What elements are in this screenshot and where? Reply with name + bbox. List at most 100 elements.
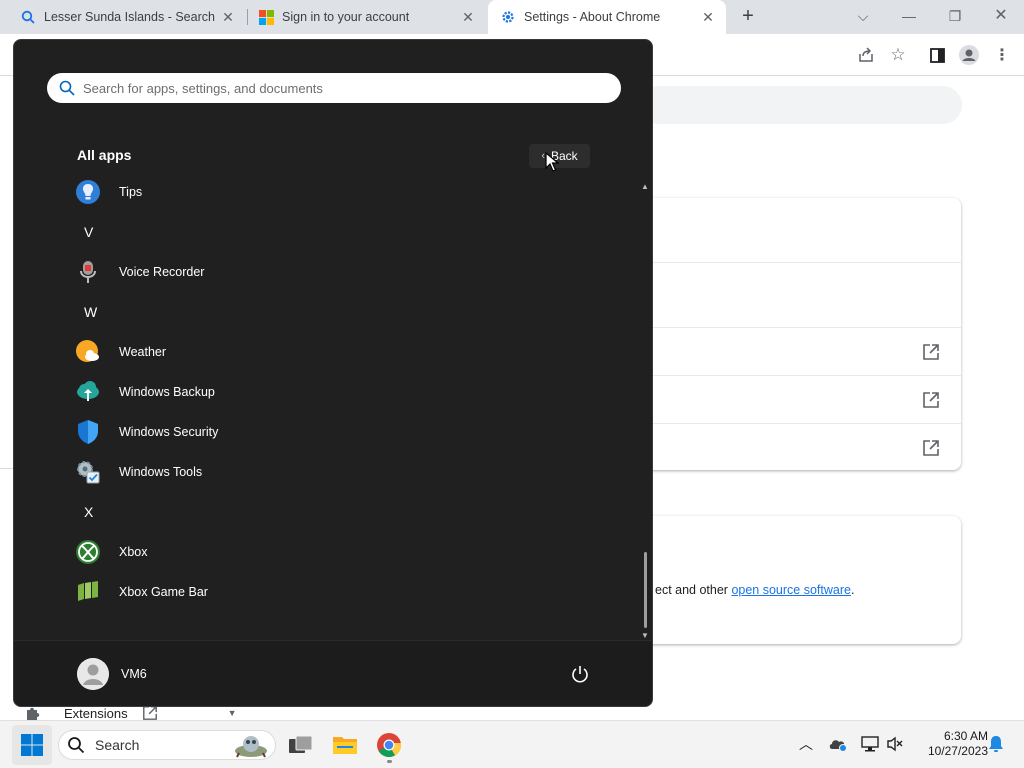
user-avatar[interactable]: [77, 658, 109, 690]
open-external-icon[interactable]: [922, 439, 940, 457]
about-chrome-card: [640, 198, 961, 470]
chrome-taskbar-button[interactable]: [373, 729, 405, 763]
app-label: Windows Backup: [119, 385, 215, 399]
app-label: Xbox: [119, 545, 148, 559]
card-divider: [640, 327, 961, 328]
settings-search-bar[interactable]: [640, 86, 962, 124]
app-weather[interactable]: Weather: [74, 334, 166, 370]
taskbar: Search ︿ 6:30 AM 10/27/2023: [0, 720, 1024, 768]
open-source-text: ect and other open source software.: [655, 583, 854, 597]
volume-muted-icon[interactable]: [885, 734, 905, 754]
dropdown-arrow-icon: ▼: [227, 708, 237, 718]
all-apps-scrollbar[interactable]: ▲ ▼: [641, 182, 649, 640]
app-tips[interactable]: Tips: [74, 174, 142, 210]
bookmark-star-icon[interactable]: ☆: [887, 44, 909, 66]
tab-strip: Lesser Sunda Islands - Search ✕ Sign in …: [0, 0, 1024, 34]
close-icon[interactable]: ✕: [700, 9, 716, 26]
running-indicator: [387, 760, 392, 763]
window-close-button[interactable]: ✕: [987, 4, 1015, 28]
taskbar-search-box[interactable]: Search: [58, 730, 276, 760]
app-label: Weather: [119, 345, 167, 359]
app-label: Voice Recorder: [119, 265, 205, 279]
app-windows-security[interactable]: Windows Security: [74, 414, 218, 450]
letter-header-w[interactable]: W: [84, 304, 97, 320]
tab-sign-in[interactable]: Sign in to your account ✕: [248, 0, 486, 34]
close-icon[interactable]: ✕: [220, 9, 236, 26]
app-label: Tips: [119, 185, 143, 199]
scrollbar-thumb[interactable]: [644, 552, 647, 628]
onedrive-icon[interactable]: [828, 734, 848, 754]
gear-icon: [500, 9, 516, 25]
search-icon: [59, 80, 75, 96]
back-button[interactable]: ‹ Back: [529, 144, 590, 168]
start-search-input[interactable]: [83, 80, 583, 96]
xbox-icon: [74, 538, 102, 566]
weather-icon: [74, 338, 102, 366]
app-label: Windows Tools: [119, 465, 203, 479]
windows-backup-icon: [74, 378, 102, 406]
search-icon: [68, 737, 85, 754]
open-source-link[interactable]: open source software: [731, 583, 851, 597]
start-button[interactable]: [12, 725, 52, 765]
tab-label: Lesser Sunda Islands - Search: [44, 10, 215, 24]
all-apps-title: All apps: [77, 147, 132, 163]
app-windows-tools[interactable]: Windows Tools: [74, 454, 202, 490]
app-voice-recorder[interactable]: Voice Recorder: [74, 254, 204, 290]
letter-header-x[interactable]: X: [84, 504, 93, 520]
new-tab-button[interactable]: +: [737, 5, 759, 27]
app-label: Windows Security: [119, 425, 219, 439]
search-highlight-icon: [235, 736, 267, 758]
taskbar-clock[interactable]: 6:30 AM 10/27/2023: [912, 729, 988, 759]
tab-label: Settings - About Chrome: [524, 10, 661, 24]
app-label: Xbox Game Bar: [119, 585, 208, 599]
start-menu-footer: VM6: [14, 640, 652, 706]
app-xbox-game-bar[interactable]: Xbox Game Bar: [74, 574, 208, 610]
share-icon[interactable]: [855, 44, 877, 66]
tab-settings[interactable]: Settings - About Chrome ✕: [488, 0, 726, 34]
open-source-card: [640, 516, 961, 644]
xbox-game-bar-icon: [74, 578, 102, 606]
search-icon: [20, 9, 36, 25]
more-menu-icon[interactable]: ⋮: [991, 44, 1013, 66]
voice-recorder-icon: [74, 258, 102, 286]
tab-search[interactable]: Lesser Sunda Islands - Search ✕: [0, 0, 246, 34]
tips-icon: [74, 178, 102, 206]
task-view-icon: [289, 735, 313, 753]
card-divider: [640, 262, 961, 263]
windows-security-icon: [74, 418, 102, 446]
extensions-label: Extensions: [64, 705, 128, 721]
minimize-button[interactable]: —: [895, 4, 923, 28]
clock-time: 6:30 AM: [943, 729, 988, 743]
notification-bell-icon[interactable]: [986, 734, 1006, 754]
close-icon[interactable]: ✕: [460, 9, 476, 26]
open-external-icon[interactable]: [922, 391, 940, 409]
chrome-icon: [377, 733, 402, 758]
file-explorer-button[interactable]: [329, 729, 361, 761]
open-external-icon[interactable]: [922, 343, 940, 361]
windows-logo-icon: [21, 734, 43, 756]
network-icon[interactable]: [860, 734, 880, 754]
scroll-up-arrow-icon[interactable]: ▲: [641, 182, 649, 191]
clock-date: 10/27/2023: [927, 744, 988, 758]
app-xbox[interactable]: Xbox: [74, 534, 148, 570]
tab-search-chevron-icon[interactable]: ⌵: [849, 4, 877, 28]
show-hidden-icons-chevron-icon[interactable]: ︿: [796, 734, 816, 754]
letter-header-v[interactable]: V: [84, 224, 93, 240]
card-divider: [640, 423, 961, 424]
power-icon[interactable]: [570, 664, 590, 684]
restore-button[interactable]: ❐: [941, 4, 969, 28]
side-panel-icon[interactable]: [926, 44, 948, 66]
open-external-icon: [142, 706, 157, 720]
microsoft-logo-icon: [258, 9, 274, 25]
user-name[interactable]: VM6: [121, 667, 147, 681]
profile-avatar-icon[interactable]: [958, 44, 980, 66]
app-windows-backup[interactable]: Windows Backup: [74, 374, 215, 410]
scroll-down-arrow-icon[interactable]: ▼: [641, 631, 649, 640]
open-source-suffix: .: [850, 583, 855, 597]
tab-label: Sign in to your account: [282, 10, 410, 24]
start-search-box[interactable]: [47, 73, 621, 103]
task-view-button[interactable]: [285, 729, 317, 761]
start-menu: All apps ‹ Back Tips V Voice Recorder W …: [13, 39, 653, 707]
open-source-prefix: ect and other: [655, 583, 732, 597]
card-divider: [640, 375, 961, 376]
